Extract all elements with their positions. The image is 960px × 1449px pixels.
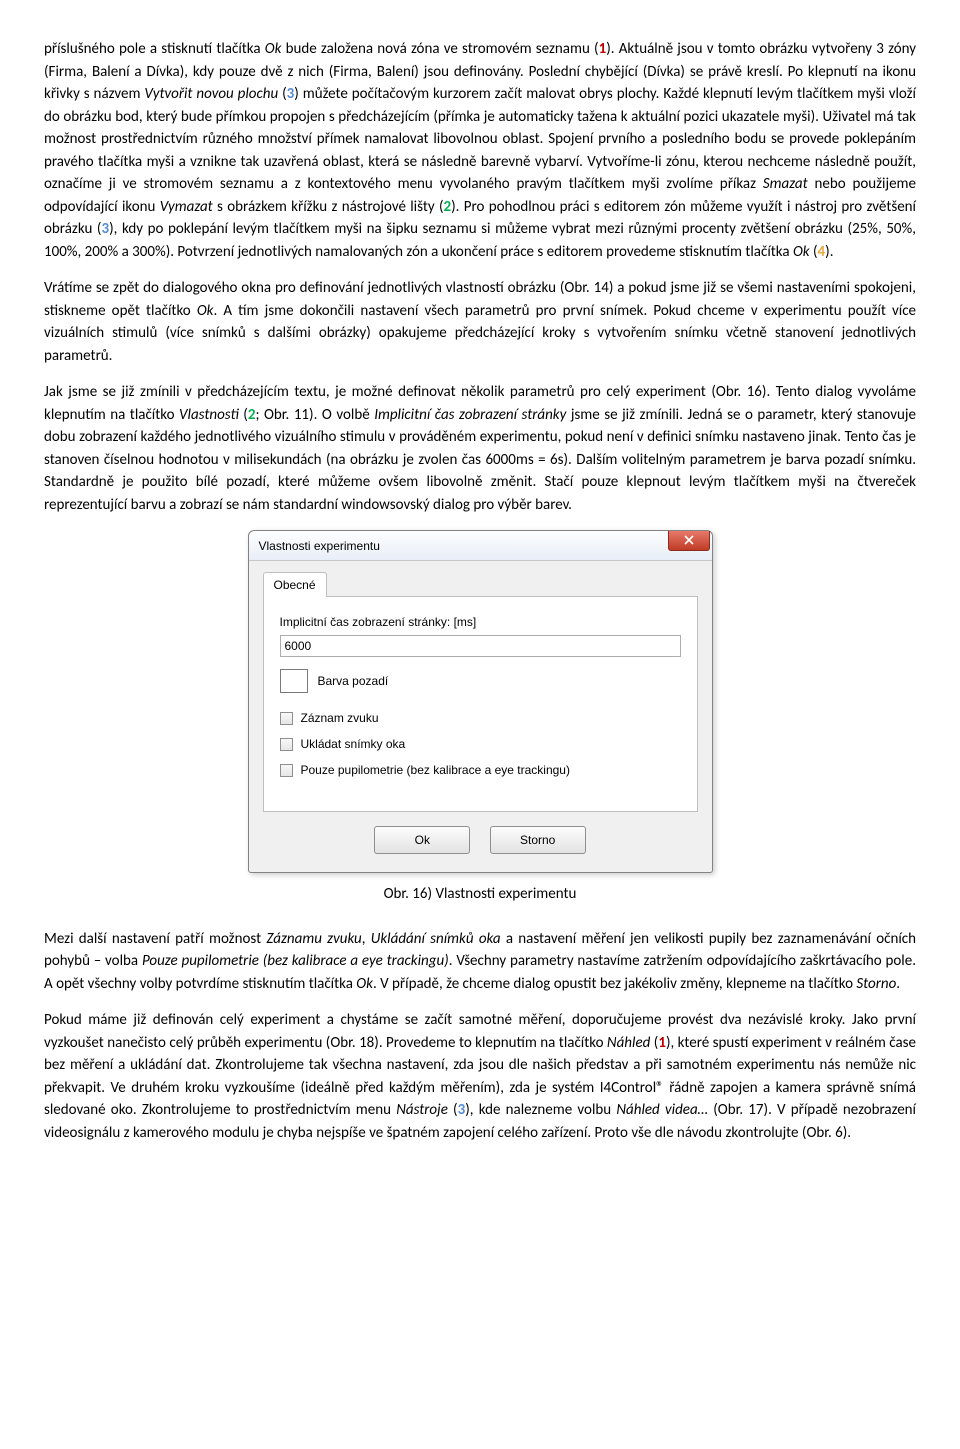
paragraph-3: Jak jsme se již zmínili v předcházejícím… [44,381,916,516]
dialog-title: Vlastnosti experimentu [259,537,380,555]
dialog-experiment-properties: Vlastnosti experimentu Obecné Implicitní… [248,530,713,873]
checkbox-save-eye-label: Ukládat snímky oka [301,735,406,753]
implicit-time-input[interactable] [280,635,681,657]
figure-16: Vlastnosti experimentu Obecné Implicitní… [44,530,916,873]
paragraph-4: Mezi další nastavení patří možnost Zázna… [44,928,916,996]
checkbox-save-eye[interactable] [280,738,293,751]
bg-color-swatch[interactable] [280,669,308,693]
paragraph-5: Pokud máme již definován celý experiment… [44,1009,916,1144]
checkbox-pupilometry[interactable] [280,764,293,777]
figure-caption: Obr. 16) Vlastnosti experimentu [44,883,916,906]
paragraph-2: Vrátíme se zpět do dialogového okna pro … [44,277,916,367]
implicit-time-label: Implicitní čas zobrazení stránky: [ms] [280,613,681,631]
cancel-button[interactable]: Storno [490,826,586,854]
close-icon [684,532,694,550]
paragraph-1: příslušného pole a stisknutí tlačítka Ok… [44,38,916,263]
ok-button[interactable]: Ok [374,826,470,854]
checkbox-pupilometry-label: Pouze pupilometrie (bez kalibrace a eye … [301,761,570,779]
checkbox-sound-label: Záznam zvuku [301,709,379,727]
tab-general[interactable]: Obecné [263,572,327,597]
close-button[interactable] [668,531,710,551]
tab-panel-general: Implicitní čas zobrazení stránky: [ms] B… [263,596,698,812]
dialog-titlebar: Vlastnosti experimentu [249,531,712,561]
checkbox-sound[interactable] [280,712,293,725]
bg-color-label: Barva pozadí [318,672,389,690]
